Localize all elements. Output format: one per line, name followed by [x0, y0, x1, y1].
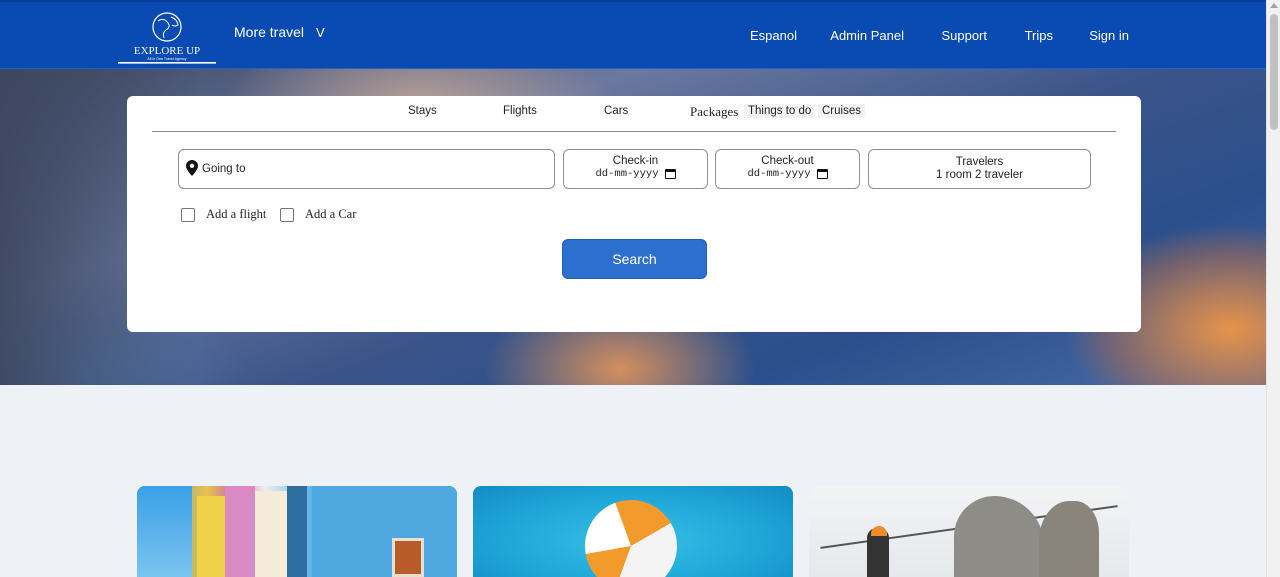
tab-things-to-do[interactable]: Things to do [744, 104, 816, 118]
checkin-value: dd-mm-yyyy [595, 168, 659, 180]
add-car-label: Add a Car [305, 207, 357, 221]
nav-support[interactable]: Support [941, 28, 987, 43]
checkin-label: Check-in [612, 155, 659, 167]
more-travel-menu[interactable]: More travel V [234, 24, 325, 40]
calendar-icon[interactable] [664, 169, 676, 179]
going-to-input[interactable] [202, 163, 542, 175]
scrollbar-thumb[interactable] [1270, 14, 1278, 130]
checkout-label: Check-out [761, 155, 814, 167]
destination-card-colorful-street[interactable] [137, 486, 457, 577]
top-navbar: EXPLORE UP All in One Travel Agency More… [0, 0, 1266, 69]
page-scrollbar[interactable] [1266, 0, 1280, 577]
travelers-value: 1 room 2 traveler [936, 169, 1023, 181]
logo-title: EXPLORE UP [134, 45, 200, 57]
tab-packages[interactable]: Packages [690, 104, 738, 120]
globe-icon: EXPLORE UP All in One Travel Agency [118, 12, 216, 64]
search-card: Stays Flights Cars Packages Things to do… [127, 96, 1141, 332]
nav-trips[interactable]: Trips [1025, 28, 1053, 43]
travelers-field[interactable]: Travelers 1 room 2 traveler [868, 149, 1091, 189]
search-button[interactable]: Search [562, 239, 707, 279]
checkout-field[interactable]: Check-out dd-mm-yyyy [715, 149, 860, 189]
checkbox-box[interactable] [280, 207, 294, 222]
more-travel-label: More travel [234, 24, 305, 40]
nav-admin-panel[interactable]: Admin Panel [830, 28, 904, 43]
destination-card-adventure[interactable] [809, 486, 1129, 577]
add-flight-label: Add a flight [206, 207, 267, 221]
checkout-value: dd-mm-yyyy [747, 168, 811, 180]
search-tabs: Stays Flights Cars Packages Things to do… [127, 96, 1141, 130]
tab-flights[interactable]: Flights [503, 105, 537, 117]
tab-stays[interactable]: Stays [408, 105, 437, 117]
nav-espanol[interactable]: Espanol [750, 28, 797, 43]
scroll-up-icon[interactable] [1270, 3, 1278, 8]
tabs-divider [152, 131, 1116, 132]
add-car-checkbox[interactable]: Add a Car [280, 207, 356, 222]
tab-cruises[interactable]: Cruises [818, 104, 865, 118]
tab-cars[interactable]: Cars [604, 105, 628, 117]
going-to-field[interactable] [178, 149, 555, 189]
brand-logo[interactable]: EXPLORE UP All in One Travel Agency [116, 11, 218, 65]
location-pin-icon [186, 160, 198, 176]
destination-card-pool[interactable] [473, 486, 793, 577]
travelers-label: Travelers [955, 156, 1004, 168]
nav-sign-in[interactable]: Sign in [1089, 28, 1129, 43]
checkin-field[interactable]: Check-in dd-mm-yyyy [563, 149, 708, 189]
checkbox-box[interactable] [181, 207, 195, 222]
add-flight-checkbox[interactable]: Add a flight [181, 207, 266, 222]
chevron-down-icon: V [316, 24, 325, 40]
calendar-icon[interactable] [816, 169, 828, 179]
logo-tagline: All in One Travel Agency [147, 57, 186, 61]
